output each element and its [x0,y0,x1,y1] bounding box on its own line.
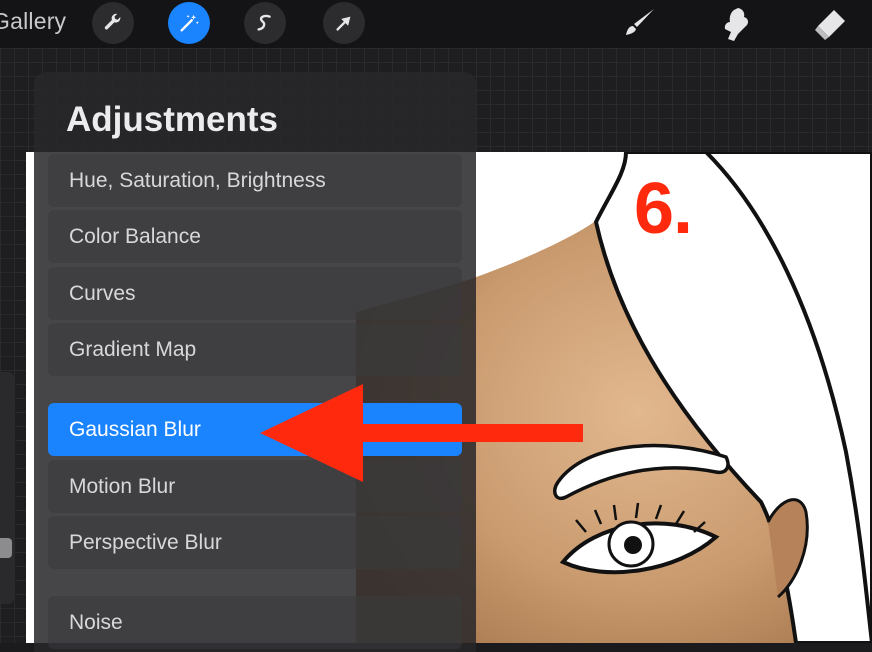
smudge-button[interactable] [716,4,756,44]
top-toolbar: Gallery [0,0,872,48]
menu-item-perspective-blur[interactable]: Perspective Blur [48,516,462,569]
adjustments-button[interactable] [168,2,210,44]
smudge-icon [724,8,748,41]
selection-s-icon [257,14,271,31]
annotation-arrow [260,384,583,482]
magic-wand-icon [180,14,199,32]
panel-title: Adjustments [66,100,278,139]
brush-icon [626,9,654,35]
actions-button[interactable] [92,2,134,44]
menu-item-color-balance[interactable]: Color Balance [48,210,462,263]
menu-item-gradient-map[interactable]: Gradient Map [48,323,462,376]
brush-button[interactable] [620,4,660,44]
gallery-button[interactable]: Gallery [0,8,66,35]
eraser-button[interactable] [810,4,850,44]
selection-button[interactable] [244,2,286,44]
eraser-icon [815,10,845,40]
modify-button[interactable] [0,538,12,558]
menu-item-noise[interactable]: Noise [48,596,462,649]
adjustments-panel: Adjustments Hue, Saturation, Brightness … [34,72,476,652]
step-label: 6. [634,169,693,249]
menu-item-curves[interactable]: Curves [48,267,462,320]
menu-item-hue-saturation-brightness[interactable]: Hue, Saturation, Brightness [48,154,462,207]
arrow-cursor-icon [336,16,351,31]
wrench-icon [104,13,121,30]
transform-button[interactable] [323,2,365,44]
brush-size-slider[interactable] [0,372,14,604]
